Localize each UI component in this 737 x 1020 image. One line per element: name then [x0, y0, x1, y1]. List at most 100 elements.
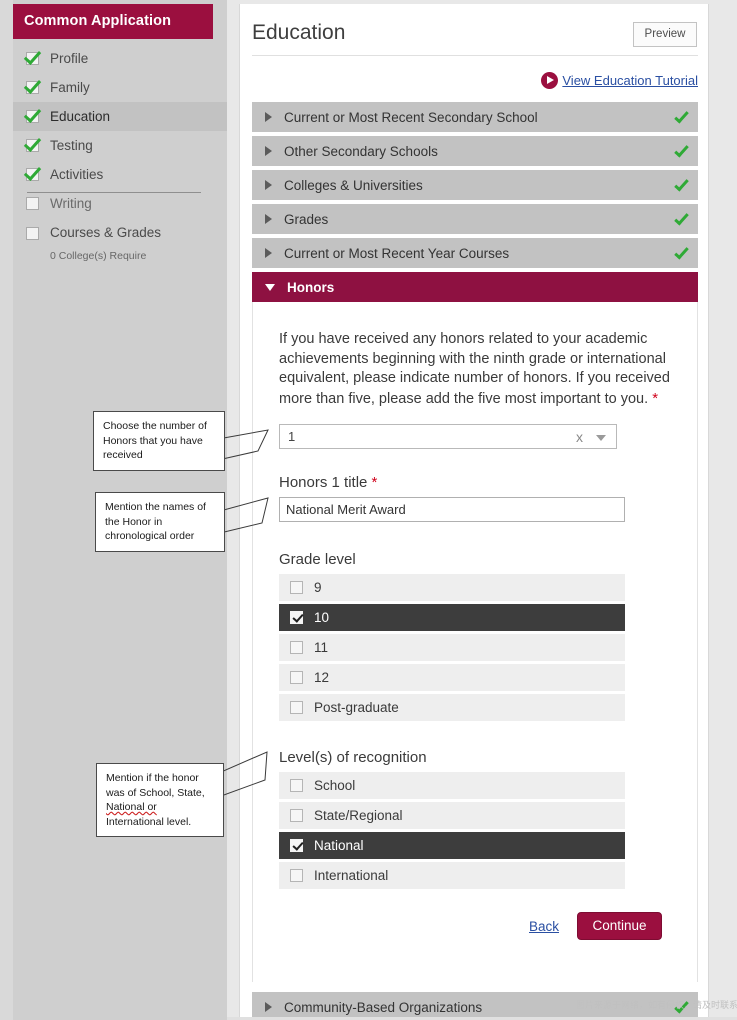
testing-check-icon — [26, 139, 39, 152]
honors-instructions: If you have received any honors related … — [279, 330, 689, 409]
callout-line: chronological order — [105, 530, 195, 542]
honors-title-label: Honors 1 title * — [279, 474, 377, 491]
continue-button[interactable]: Continue — [577, 912, 662, 940]
sidebar-item-label: Profile — [50, 51, 89, 66]
writing-check-icon — [26, 197, 39, 210]
checkbox-icon[interactable] — [290, 701, 303, 714]
recognition-option-row[interactable]: School — [279, 772, 625, 799]
callout-line: Honors that you have — [103, 434, 203, 447]
chevron-down-icon[interactable] — [596, 435, 606, 441]
sidebar-item-label: Education — [50, 109, 111, 124]
callout-line: National or — [106, 801, 157, 813]
sidebar-item-testing[interactable]: Testing — [13, 131, 227, 160]
accordion-current-year-courses[interactable]: Current or Most Recent Year Courses — [252, 238, 698, 268]
recognition-option-row[interactable]: National — [279, 832, 625, 859]
honors-count-select[interactable]: 1 x — [279, 424, 617, 449]
accordion-label: Current or Most Recent Year Courses — [284, 245, 510, 261]
main-content: Education Preview View Education Tutoria… — [227, 0, 737, 1020]
view-tutorial-link-wrap[interactable]: View Education Tutorial — [541, 72, 698, 89]
option-label: 9 — [314, 580, 322, 595]
complete-check-icon — [674, 210, 689, 226]
grade-level-option-row[interactable]: 12 — [279, 664, 625, 691]
grade-level-checkbox-list: 9 10 11 12 Post-graduate — [279, 574, 625, 724]
recognition-label: Level(s) of recognition — [279, 749, 427, 766]
honors-instructions-text: If you have received any honors related … — [279, 331, 670, 407]
sidebar-item-writing[interactable]: Writing — [13, 189, 227, 218]
recognition-option-row[interactable]: State/Regional — [279, 802, 625, 829]
required-marker: * — [652, 389, 659, 407]
family-check-icon — [26, 81, 39, 94]
accordion-label: Honors — [287, 280, 335, 295]
option-label: National — [314, 838, 364, 853]
back-link[interactable]: Back — [529, 919, 559, 934]
callout-honors-count: Choose the number of Honors that you hav… — [93, 411, 225, 471]
sidebar-item-profile[interactable]: Profile — [13, 44, 227, 73]
callout-leader-3 — [221, 751, 268, 797]
title-divider — [252, 55, 698, 56]
courses-grades-sublabel: 0 College(s) Require — [50, 250, 147, 262]
complete-check-icon — [674, 176, 689, 192]
sidebar-item-family[interactable]: Family — [13, 73, 227, 102]
option-label: 12 — [314, 670, 330, 685]
checkbox-icon[interactable] — [290, 671, 303, 684]
application-page: Common Application Profile Family Educat… — [0, 0, 737, 1020]
accordion-colleges-universities[interactable]: Colleges & Universities — [252, 170, 698, 200]
courses-grades-check-icon — [26, 227, 39, 240]
accordion-current-secondary-school[interactable]: Current or Most Recent Secondary School — [252, 102, 698, 132]
honors-title-input[interactable] — [279, 497, 625, 522]
callout-line: was of School, State, — [106, 786, 205, 799]
sidebar-item-courses-grades[interactable]: Courses & Grades — [13, 225, 227, 240]
accordion-label: Current or Most Recent Secondary School — [284, 109, 538, 125]
clear-icon[interactable]: x — [576, 429, 583, 445]
option-label: International — [314, 868, 389, 883]
option-label: State/Regional — [314, 808, 403, 823]
accordion-label: Colleges & Universities — [284, 177, 423, 193]
checkbox-checked-icon[interactable] — [290, 839, 303, 852]
sidebar-item-education[interactable]: Education — [13, 102, 228, 131]
callout-line: International level. — [106, 815, 192, 828]
checkbox-icon[interactable] — [290, 779, 303, 792]
recognition-checkbox-list: School State/Regional National Internati… — [279, 772, 625, 892]
checkbox-icon[interactable] — [290, 641, 303, 654]
callout-leader-1 — [218, 429, 269, 461]
sidebar-item-label: Testing — [50, 138, 93, 153]
honors-title-label-text: Honors 1 title — [279, 474, 368, 491]
grade-level-option-row[interactable]: 10 — [279, 604, 625, 631]
recognition-option-row[interactable]: International — [279, 862, 625, 889]
chevron-down-icon — [265, 284, 275, 291]
option-label: Post-graduate — [314, 700, 399, 715]
profile-check-icon — [26, 52, 39, 65]
checkbox-checked-icon[interactable] — [290, 611, 303, 624]
sidebar-divider — [27, 192, 201, 193]
preview-button[interactable]: Preview — [633, 22, 697, 47]
callout-line: the Honor in — [105, 515, 163, 528]
activities-check-icon — [26, 168, 39, 181]
accordion-grades[interactable]: Grades — [252, 204, 698, 234]
callout-line: Choose the number of — [103, 420, 207, 432]
checkbox-icon[interactable] — [290, 581, 303, 594]
callout-line: Mention the names of — [105, 501, 206, 513]
callout-line: received — [103, 449, 143, 461]
view-tutorial-link[interactable]: View Education Tutorial — [562, 73, 698, 88]
accordion-label: Community-Based Organizations — [284, 999, 483, 1015]
chevron-right-icon — [265, 146, 272, 156]
sidebar-item-label: Courses & Grades — [50, 225, 162, 240]
checkbox-icon[interactable] — [290, 869, 303, 882]
grade-level-option-row[interactable]: 9 — [279, 574, 625, 601]
sidebar-item-activities[interactable]: Activities — [13, 160, 227, 189]
grade-level-option-row[interactable]: 11 — [279, 634, 625, 661]
complete-check-icon — [674, 142, 689, 158]
accordion-honors[interactable]: Honors — [252, 272, 698, 303]
watermark-text: 图片来源于网络，如有侵权，请及时联系删除。 — [576, 1000, 737, 1010]
honors-count-value: 1 — [288, 429, 296, 444]
accordion-label: Grades — [284, 211, 329, 227]
accordion-other-secondary-schools[interactable]: Other Secondary Schools — [252, 136, 698, 166]
content-card: Education Preview View Education Tutoria… — [239, 4, 709, 1020]
checkbox-icon[interactable] — [290, 809, 303, 822]
chevron-right-icon — [265, 180, 272, 190]
required-marker: * — [371, 474, 378, 491]
callout-recognition-level: Mention if the honor was of School, Stat… — [96, 763, 224, 837]
honors-panel: If you have received any honors related … — [252, 302, 698, 982]
grade-level-option-row[interactable]: Post-graduate — [279, 694, 625, 721]
chevron-right-icon — [265, 112, 272, 122]
